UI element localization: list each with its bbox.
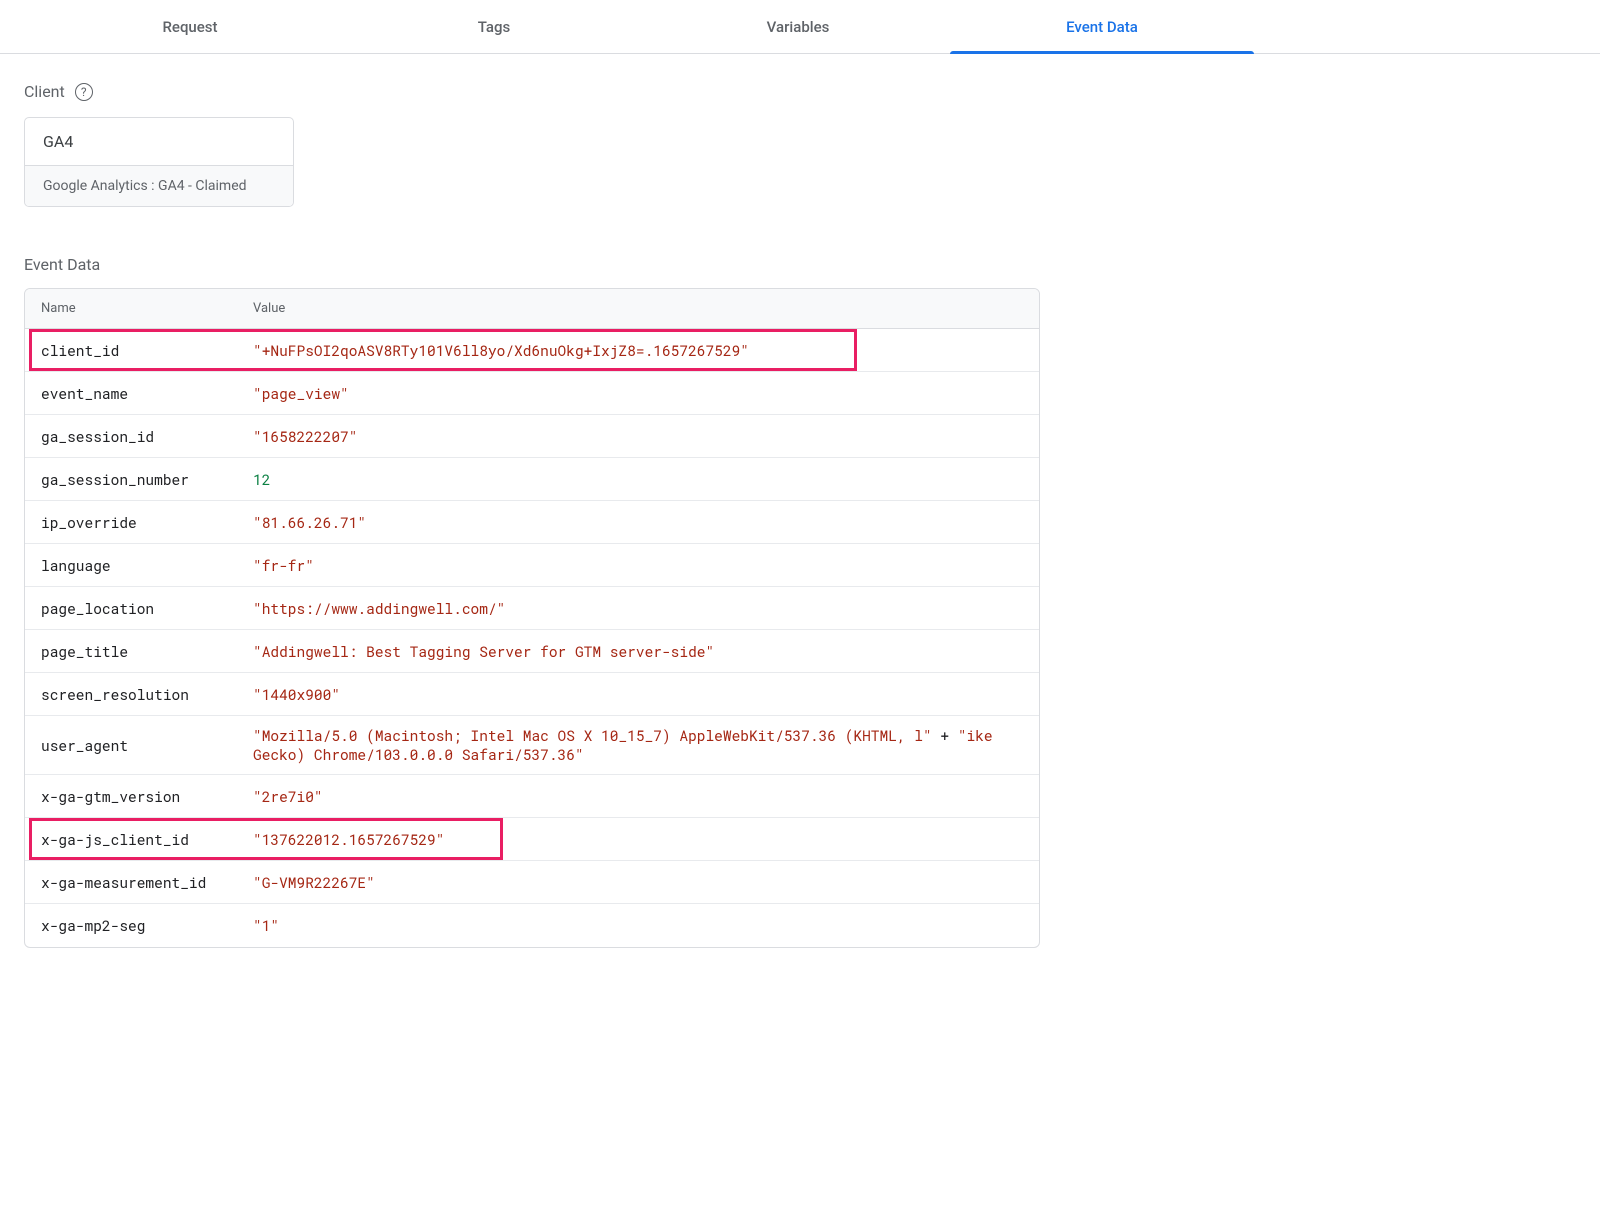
- table-row[interactable]: page_location "https://www.addingwell.co…: [25, 587, 1039, 630]
- client-section-label: Client ?: [24, 82, 1576, 101]
- event-data-section-label: Event Data: [24, 255, 1576, 274]
- cell-value: "137622012.1657267529": [253, 830, 1039, 849]
- cell-name: event_name: [25, 384, 253, 403]
- table-row[interactable]: x-ga-mp2-seg "1": [25, 904, 1039, 947]
- cell-value: "1": [253, 916, 1039, 935]
- client-card-subtitle: Google Analytics : GA4 - Claimed: [25, 165, 293, 206]
- table-row[interactable]: ip_override "81.66.26.71": [25, 501, 1039, 544]
- cell-value: "81.66.26.71": [253, 513, 1039, 532]
- cell-value: "G-VM9R22267E": [253, 873, 1039, 892]
- cell-name: ga_session_number: [25, 470, 253, 489]
- col-header-name: Name: [25, 301, 253, 316]
- tab-tags[interactable]: Tags: [342, 0, 646, 53]
- cell-name: user_agent: [25, 736, 253, 755]
- cell-value: "1440x900": [253, 685, 1039, 704]
- cell-name: screen_resolution: [25, 685, 253, 704]
- tabs: Request Tags Variables Event Data: [0, 0, 1600, 54]
- table-row[interactable]: event_name "page_view": [25, 372, 1039, 415]
- cell-name: ga_session_id: [25, 427, 253, 446]
- tab-label: Variables: [767, 18, 830, 36]
- tab-label: Request: [162, 18, 217, 36]
- table-row[interactable]: screen_resolution "1440x900": [25, 673, 1039, 716]
- cell-name: x-ga-mp2-seg: [25, 916, 253, 935]
- cell-name: client_id: [25, 341, 253, 360]
- cell-value: "https://www.addingwell.com/": [253, 599, 1039, 618]
- cell-value: "2re7i0": [253, 787, 1039, 806]
- table-header: Name Value: [25, 289, 1039, 329]
- cell-name: x-ga-js_client_id: [25, 830, 253, 849]
- event-data-table: Name Value client_id "+NuFPsOI2qoASV8RTy…: [24, 288, 1040, 948]
- cell-name: ip_override: [25, 513, 253, 532]
- table-row[interactable]: ga_session_id "1658222207": [25, 415, 1039, 458]
- table-row[interactable]: x-ga-measurement_id "G-VM9R22267E": [25, 861, 1039, 904]
- cell-name: language: [25, 556, 253, 575]
- content: Client ? GA4 Google Analytics : GA4 - Cl…: [0, 54, 1600, 948]
- cell-name: x-ga-gtm_version: [25, 787, 253, 806]
- cell-value: "1658222207": [253, 427, 1039, 446]
- table-row[interactable]: client_id "+NuFPsOI2qoASV8RTy101V6ll8yo/…: [25, 329, 1039, 372]
- cell-value: "fr-fr": [253, 556, 1039, 575]
- cell-value: "page_view": [253, 384, 1039, 403]
- tab-label: Tags: [478, 18, 510, 36]
- cell-name: page_title: [25, 642, 253, 661]
- client-label: Client: [24, 82, 65, 101]
- help-icon[interactable]: ?: [75, 83, 93, 101]
- tab-variables[interactable]: Variables: [646, 0, 950, 53]
- cell-value: "Mozilla/5.0 (Macintosh; Intel Mac OS X …: [253, 726, 1039, 764]
- cell-name: page_location: [25, 599, 253, 618]
- client-card[interactable]: GA4 Google Analytics : GA4 - Claimed: [24, 117, 294, 207]
- cell-name: x-ga-measurement_id: [25, 873, 253, 892]
- table-row[interactable]: x-ga-gtm_version "2re7i0": [25, 775, 1039, 818]
- tab-event-data[interactable]: Event Data: [950, 0, 1254, 53]
- table-row[interactable]: user_agent "Mozilla/5.0 (Macintosh; Inte…: [25, 716, 1039, 775]
- tab-label: Event Data: [1066, 18, 1138, 36]
- cell-value: "+NuFPsOI2qoASV8RTy101V6ll8yo/Xd6nuOkg+I…: [253, 341, 1039, 360]
- table-row[interactable]: ga_session_number 12: [25, 458, 1039, 501]
- cell-value: "Addingwell: Best Tagging Server for GTM…: [253, 642, 1039, 661]
- table-row[interactable]: x-ga-js_client_id "137622012.1657267529": [25, 818, 1039, 861]
- cell-value: 12: [253, 470, 1039, 489]
- tab-request[interactable]: Request: [38, 0, 342, 53]
- table-row[interactable]: language "fr-fr": [25, 544, 1039, 587]
- table-row[interactable]: page_title "Addingwell: Best Tagging Ser…: [25, 630, 1039, 673]
- col-header-value: Value: [253, 301, 1039, 316]
- table-body: client_id "+NuFPsOI2qoASV8RTy101V6ll8yo/…: [25, 329, 1039, 947]
- client-card-title: GA4: [25, 118, 293, 165]
